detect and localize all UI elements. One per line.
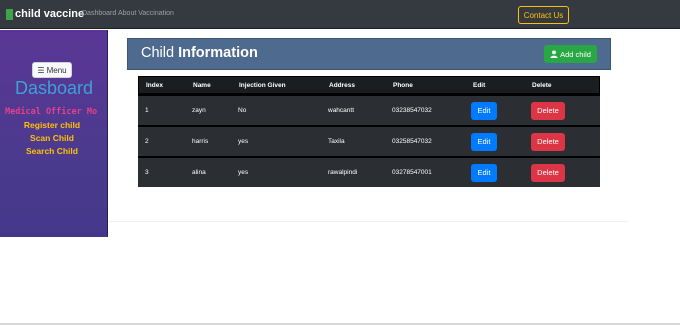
cell-phone: 03258547032 [392, 138, 432, 145]
menu-button[interactable]: ☰ Menu [32, 62, 72, 78]
cell-address: rawalpindi [328, 169, 358, 176]
col-header-address: Address [329, 82, 356, 89]
user-icon [550, 50, 558, 58]
col-header-injection-given: Injection Given [239, 82, 286, 89]
col-header-phone: Phone [393, 82, 413, 89]
sidebar-item-search-child[interactable]: Search Child [0, 146, 104, 156]
cell-phone: 03278547001 [392, 169, 432, 176]
edit-button[interactable]: Edit [471, 133, 497, 151]
col-header-index: Index [146, 82, 163, 89]
edit-button[interactable]: Edit [471, 102, 497, 120]
cell-phone: 03238547032 [392, 107, 432, 114]
sidebar-title: Dasboard [14, 78, 94, 98]
cell-name: alina [192, 169, 206, 176]
medical-officer-label: Medical Officer Mo [5, 107, 98, 117]
delete-button[interactable]: Delete [531, 133, 565, 151]
child-information-header: Child Information Add child [127, 38, 611, 70]
page-title-bold: Information [178, 45, 258, 61]
content-divider [108, 221, 628, 222]
sidebar: ☰ Menu Dasboard Medical Officer Mo Regis… [0, 30, 108, 237]
table-row: 3 alina yes rawalpindi 03278547001 Edit … [138, 156, 600, 187]
cell-address: Taxila [328, 138, 345, 145]
menu-button-label: Menu [46, 65, 67, 75]
cell-name: harris [192, 138, 209, 145]
add-child-button[interactable]: Add child [544, 45, 597, 63]
col-header-edit: Edit [473, 82, 486, 89]
brand[interactable]: child vaccine [6, 6, 84, 22]
brand-text: child vaccine [15, 8, 85, 20]
sidebar-item-scan-child[interactable]: Scan Child [0, 133, 104, 143]
cell-index: 3 [145, 169, 149, 176]
delete-button[interactable]: Delete [531, 102, 565, 120]
col-header-delete: Delete [532, 82, 552, 89]
table-row: 2 harris yes Taxila 03258547032 Edit Del… [138, 125, 600, 156]
page-title-light: Child [141, 45, 179, 61]
cell-injection-given: yes [238, 169, 249, 176]
cell-index: 2 [145, 138, 149, 145]
cell-injection-given: yes [238, 138, 249, 145]
top-navbar: child vaccine Dashboard About Vaccinatio… [0, 0, 680, 29]
cell-address: wahcantt [328, 107, 355, 114]
page-title: Child Information [141, 45, 258, 61]
child-table: Index Name Injection Given Address Phone… [138, 76, 600, 187]
cell-injection-given: No [238, 107, 247, 114]
nav-link-dashboard[interactable]: Dashboard [82, 10, 116, 17]
hamburger-icon: ☰ [37, 65, 45, 75]
cell-index: 1 [145, 107, 149, 114]
table-row: 1 zayn No wahcantt 03238547032 Edit Dele… [138, 94, 600, 125]
nav-link-about-vaccination[interactable]: About Vaccination [118, 10, 174, 17]
sidebar-item-register-child[interactable]: Register child [0, 120, 104, 130]
contact-us-button[interactable]: Contact Us [518, 6, 569, 24]
add-child-label: Add child [560, 49, 591, 59]
edit-button[interactable]: Edit [471, 164, 497, 182]
brand-logo-icon [6, 8, 13, 20]
col-header-name: Name [193, 82, 211, 89]
cell-name: zayn [192, 107, 206, 114]
table-header: Index Name Injection Given Address Phone… [138, 76, 600, 94]
delete-button[interactable]: Delete [531, 164, 565, 182]
